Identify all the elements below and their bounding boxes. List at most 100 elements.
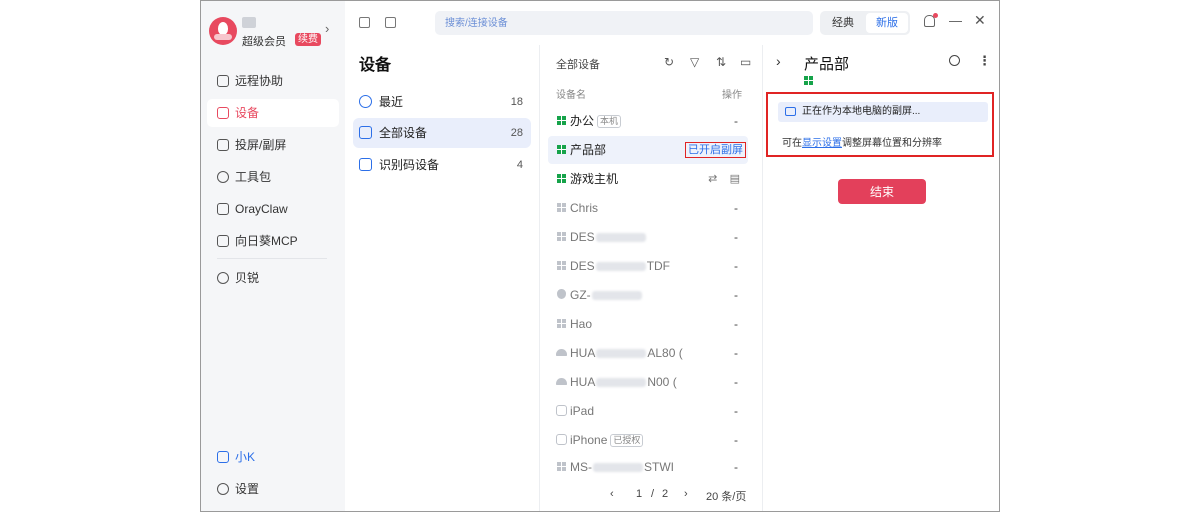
page-size-select[interactable]: 20 条/页	[706, 488, 746, 504]
user-name-redacted	[242, 17, 256, 28]
device-row-selected[interactable]: 产品部 已开启副屏	[548, 136, 748, 164]
group-label: 识别码设备	[379, 158, 440, 172]
apple-icon	[557, 289, 566, 299]
device-row[interactable]: HUA AL80 ( -	[548, 339, 748, 367]
nav-settings[interactable]: 设置	[207, 475, 339, 503]
sort-icon[interactable]: ⇅	[716, 55, 726, 69]
device-name: DES	[570, 230, 595, 244]
nav-devices[interactable]: 设备	[207, 99, 339, 127]
second-screen-status-badge[interactable]: 已开启副屏	[685, 142, 746, 158]
list-toolbar: ↻ ▽ ⇅ ▭	[660, 55, 756, 69]
chevron-right-icon[interactable]: ›	[325, 21, 329, 36]
windows-icon	[557, 116, 566, 125]
device-row[interactable]: HUA N00 ( -	[548, 368, 748, 396]
next-page-button[interactable]: ›	[684, 488, 688, 500]
device-row[interactable]: DES TDF -	[548, 252, 748, 280]
device-name-suffix: AL80 (	[647, 346, 683, 360]
device-row[interactable]: 办公 本机 -	[548, 107, 748, 135]
nav-label: OrayClaw	[235, 202, 288, 216]
nav-xiaok[interactable]: 小K	[207, 443, 339, 471]
device-action: -	[734, 288, 738, 302]
minimize-icon[interactable]: —	[949, 13, 962, 28]
more-icon[interactable]: ⋮	[978, 53, 991, 69]
nav-screen-cast[interactable]: 投屏/副屏	[207, 131, 339, 159]
mode-classic[interactable]: 经典	[822, 13, 864, 33]
nav-oray[interactable]: 贝锐	[207, 264, 339, 292]
new-window-icon[interactable]	[385, 17, 396, 28]
device-row[interactable]: GZ- -	[548, 281, 748, 309]
nav-label: 投屏/副屏	[235, 138, 287, 152]
nav-label: 向日葵MCP	[235, 234, 298, 248]
search-input[interactable]	[435, 11, 813, 35]
notification-dot	[933, 13, 938, 18]
filter-icon[interactable]: ▽	[690, 55, 699, 69]
robot-icon	[217, 203, 229, 215]
collapse-chevron-icon[interactable]: ›	[776, 53, 781, 69]
redacted-text	[595, 262, 646, 272]
windows-icon	[557, 261, 566, 270]
user-profile[interactable]: 超级会员 续费 ›	[209, 15, 337, 51]
close-icon[interactable]: ✕	[974, 12, 986, 29]
device-action: -	[734, 433, 738, 447]
device-list-panel: 全部设备 ↻ ▽ ⇅ ▭ 设备名 操作 办公 本机 - 产品部 已开启副屏 游戏主…	[539, 45, 763, 511]
device-name: 办公	[570, 114, 595, 128]
nav-mcp[interactable]: 向日葵MCP	[207, 227, 339, 255]
device-tag: 本机	[597, 115, 622, 129]
nav-remote-assist[interactable]: 远程协助	[207, 67, 339, 95]
device-row[interactable]: iPad -	[548, 397, 748, 425]
top-bar: 经典 新版 — ✕	[345, 1, 999, 45]
device-row[interactable]: iPhone 已授权 -	[548, 426, 748, 454]
device-name: HUA	[570, 346, 596, 360]
group-label: 全部设备	[379, 126, 428, 140]
device-name: Hao	[570, 317, 593, 331]
power-icon[interactable]	[949, 55, 960, 66]
device-action: -	[734, 114, 738, 128]
sidebar-toggle-icon[interactable]	[359, 17, 370, 28]
prev-page-button[interactable]: ‹	[610, 488, 614, 500]
nav-toolkit[interactable]: 工具包	[207, 163, 339, 191]
nav-label: 工具包	[235, 170, 272, 184]
layout-icon[interactable]: ▭	[740, 55, 751, 69]
refresh-icon[interactable]: ↻	[664, 55, 674, 69]
device-row[interactable]: MS- STWI -	[548, 453, 748, 481]
device-name: 产品部	[570, 143, 607, 157]
group-recent[interactable]: 最近 18	[353, 87, 531, 117]
page-separator: /	[651, 488, 655, 500]
device-action: -	[734, 317, 738, 331]
total-pages: 2	[662, 488, 669, 500]
device-name: 游戏主机	[570, 172, 619, 186]
mode-new[interactable]: 新版	[866, 13, 908, 33]
oray-icon	[217, 272, 229, 284]
windows-icon	[804, 76, 813, 85]
device-name: iPad	[570, 404, 595, 418]
device-action: -	[734, 201, 738, 215]
windows-icon	[557, 319, 566, 328]
device-row[interactable]: DES -	[548, 223, 748, 251]
device-action: -	[734, 346, 738, 360]
page-title: 设备	[359, 57, 392, 74]
end-button[interactable]: 结束	[838, 179, 926, 204]
device-action: -	[734, 230, 738, 244]
mcp-icon	[217, 235, 229, 247]
device-name-suffix: STWI	[644, 460, 674, 474]
screen-icon	[785, 107, 796, 116]
windows-icon	[557, 203, 566, 212]
device-detail-panel: › 产品部 ⋮ 正在作为本地电脑的副屏... 可在显示设置调整屏幕位置和分辨率 …	[764, 45, 999, 511]
status-banner: 正在作为本地电脑的副屏...	[778, 102, 988, 122]
device-groups-panel: 设备 最近 18 全部设备 28 识别码设备 4	[345, 45, 539, 511]
device-row[interactable]: Hao -	[548, 310, 748, 338]
id-code-icon	[359, 158, 372, 171]
member-level: 超级会员	[242, 36, 286, 48]
hint-text: 可在显示设置调整屏幕位置和分辨率	[782, 134, 942, 149]
display-settings-link[interactable]: 显示设置	[802, 138, 842, 149]
windows-icon	[557, 462, 566, 471]
renew-button[interactable]: 续费	[295, 33, 321, 46]
group-count: 18	[510, 96, 523, 108]
nav-orayclaw[interactable]: OrayClaw	[207, 195, 339, 223]
group-all-devices[interactable]: 全部设备 28	[353, 118, 531, 148]
nav-label: 贝锐	[235, 271, 260, 285]
device-row[interactable]: Chris -	[548, 194, 748, 222]
device-row[interactable]: 游戏主机 ⇄ ▤	[548, 165, 748, 193]
remote-control-icons[interactable]: ⇄ ▤	[708, 165, 740, 193]
group-id-devices[interactable]: 识别码设备 4	[353, 150, 531, 180]
